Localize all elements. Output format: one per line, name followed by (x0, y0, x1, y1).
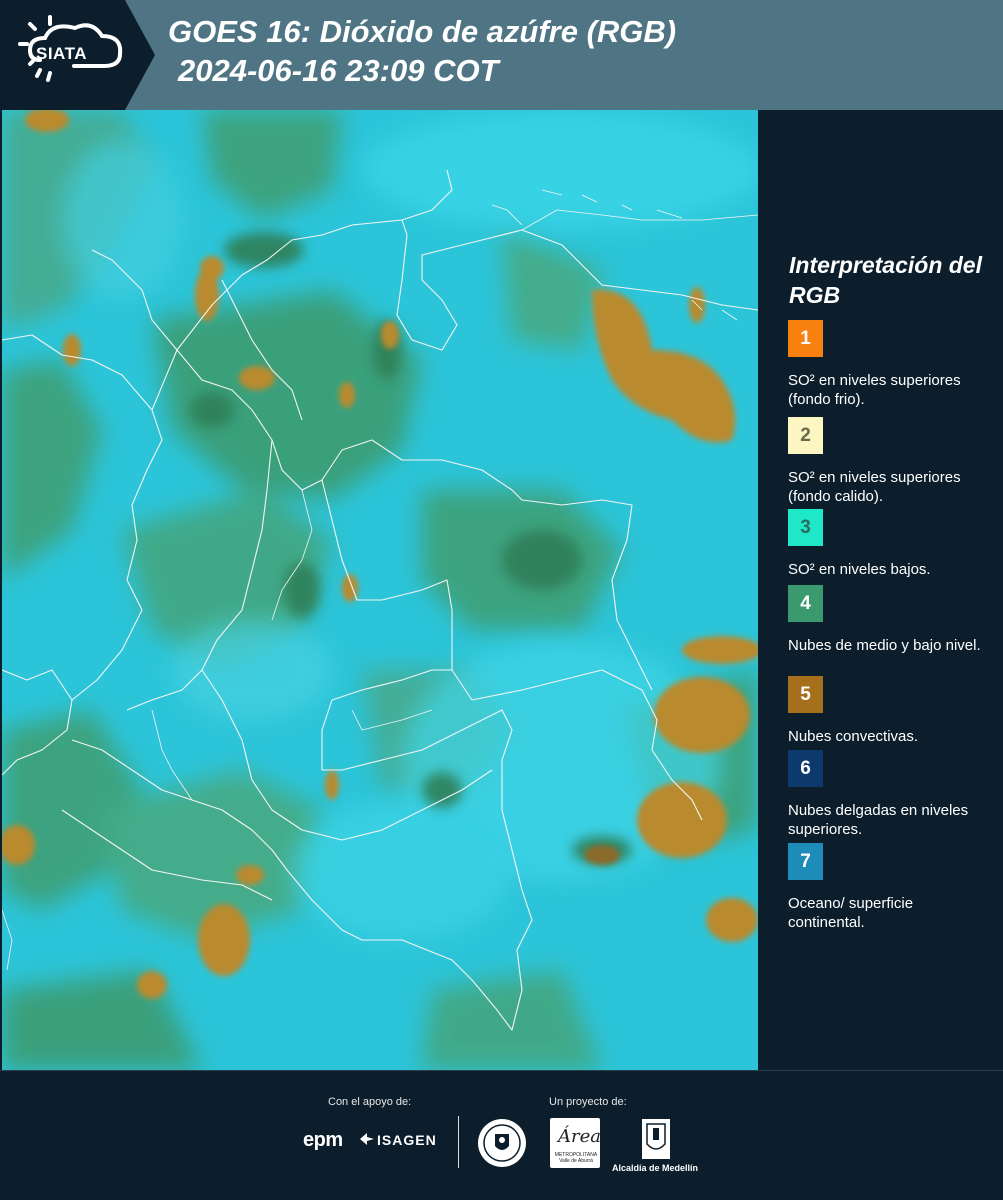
legend-panel: Interpretación del RGB 1 SO² en niveles … (760, 110, 1003, 1070)
legend-item-6: 6 Nubes delgadas en niveles superiores. (788, 750, 988, 839)
legend-label-6: Nubes delgadas en niveles superiores. (788, 802, 969, 838)
legend-item-1: 1 SO² en niveles superiores (fondo frio)… (788, 320, 988, 409)
legend-item-7: 7 Oceano/ superficie continental. (788, 843, 988, 932)
legend-swatch-4: 4 (788, 585, 823, 622)
footer: Con el apoyo de: Un proyecto de: epm ISA… (0, 1070, 1003, 1200)
legend-swatch-1: 1 (788, 320, 823, 357)
siata-logo-text: SIATA (36, 44, 87, 63)
legend-label-2: SO² en niveles superiores (fondo calido)… (788, 469, 961, 505)
area-small-text: METROPOLITANA Valle de Aburrá (554, 1152, 598, 1164)
legend-label-7: Oceano/ superficie continental. (788, 895, 914, 931)
isagen-logo: ISAGEN (360, 1132, 437, 1148)
legend-item-4: 4 Nubes de medio y bajo nivel. (788, 585, 988, 655)
support-label: Con el apoyo de: (328, 1096, 412, 1108)
legend-swatch-2: 2 (788, 417, 823, 454)
legend-swatch-6: 6 (788, 750, 823, 787)
area-script-text: Área (558, 1126, 601, 1147)
legend-swatch-3: 3 (788, 509, 823, 546)
legend-item-2: 2 SO² en niveles superiores (fondo calid… (788, 417, 988, 506)
epm-logo: epm (303, 1129, 343, 1151)
header-bar: SIATA GOES 16: Dióxido de azúfre (RGB) 2… (0, 0, 1003, 110)
satellite-map-image (2, 110, 758, 1070)
satellite-map[interactable] (2, 110, 758, 1070)
isagen-icon (360, 1132, 374, 1148)
legend-label-4: Nubes de medio y bajo nivel. (788, 637, 981, 654)
siata-logo: SIATA (0, 0, 155, 110)
legend-item-5: 5 Nubes convectivas. (788, 676, 988, 746)
legend-label-1: SO² en niveles superiores (fondo frio). (788, 372, 961, 408)
legend-label-3: SO² en niveles bajos. (788, 561, 931, 578)
legend-swatch-7: 7 (788, 843, 823, 880)
area-metropolitana-logo: Área METROPOLITANA Valle de Aburrá (550, 1118, 601, 1168)
footer-divider (0, 1070, 1003, 1071)
medellin-seal-icon (477, 1118, 527, 1173)
footer-vertical-divider (458, 1116, 459, 1168)
project-label: Un proyecto de: (549, 1096, 627, 1108)
legend-label-5: Nubes convectivas. (788, 728, 919, 745)
alcaldia-shield-icon (641, 1118, 671, 1160)
legend-item-3: 3 SO² en niveles bajos. (788, 509, 988, 579)
legend-swatch-5: 5 (788, 676, 823, 713)
page-title: GOES 16: Dióxido de azúfre (RGB) (168, 14, 677, 49)
legend-title: Interpretación del RGB (789, 252, 982, 308)
alcaldia-label: Alcaldía de Medellín (612, 1163, 699, 1173)
page-timestamp: 2024-06-16 23:09 COT (178, 53, 499, 88)
isagen-logo-text: ISAGEN (377, 1132, 437, 1148)
